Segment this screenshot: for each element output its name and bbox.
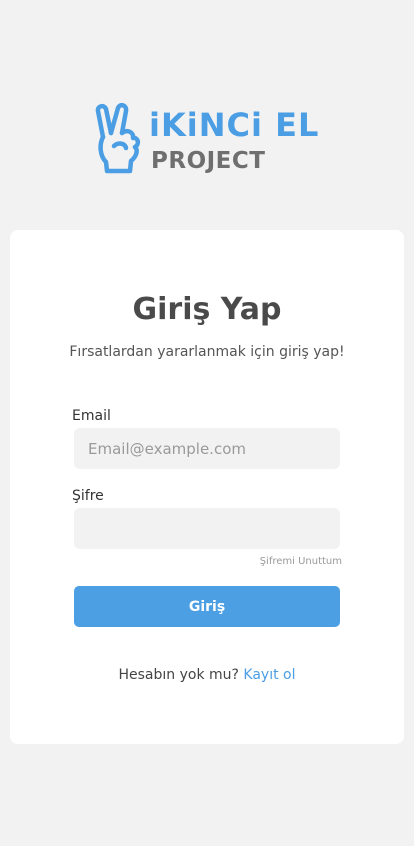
page-title: Giriş Yap xyxy=(132,292,282,327)
email-label: Email xyxy=(72,408,111,424)
forgot-password-link[interactable]: Şifremi Unuttum xyxy=(260,555,342,569)
brand-logo: iKiNCi EL PROJECT xyxy=(94,101,334,177)
email-field[interactable] xyxy=(74,428,340,469)
login-button[interactable]: Giriş xyxy=(74,586,340,627)
login-card: Giriş Yap Fırsatlardan yararlanmak için … xyxy=(10,230,404,744)
password-label: Şifre xyxy=(72,488,104,504)
signup-link[interactable]: Kayıt ol xyxy=(243,667,295,683)
no-account-text: Hesabın yok mu? xyxy=(118,667,239,683)
login-subtitle: Fırsatlardan yararlanmak için giriş yap! xyxy=(69,344,345,360)
brand-subtitle: PROJECT xyxy=(151,148,266,174)
hand-two-fingers-icon xyxy=(95,102,141,174)
password-field[interactable] xyxy=(74,508,340,549)
brand-title: iKiNCi EL xyxy=(149,106,320,144)
signup-prompt: Hesabın yok mu? Kayıt ol xyxy=(10,665,404,685)
